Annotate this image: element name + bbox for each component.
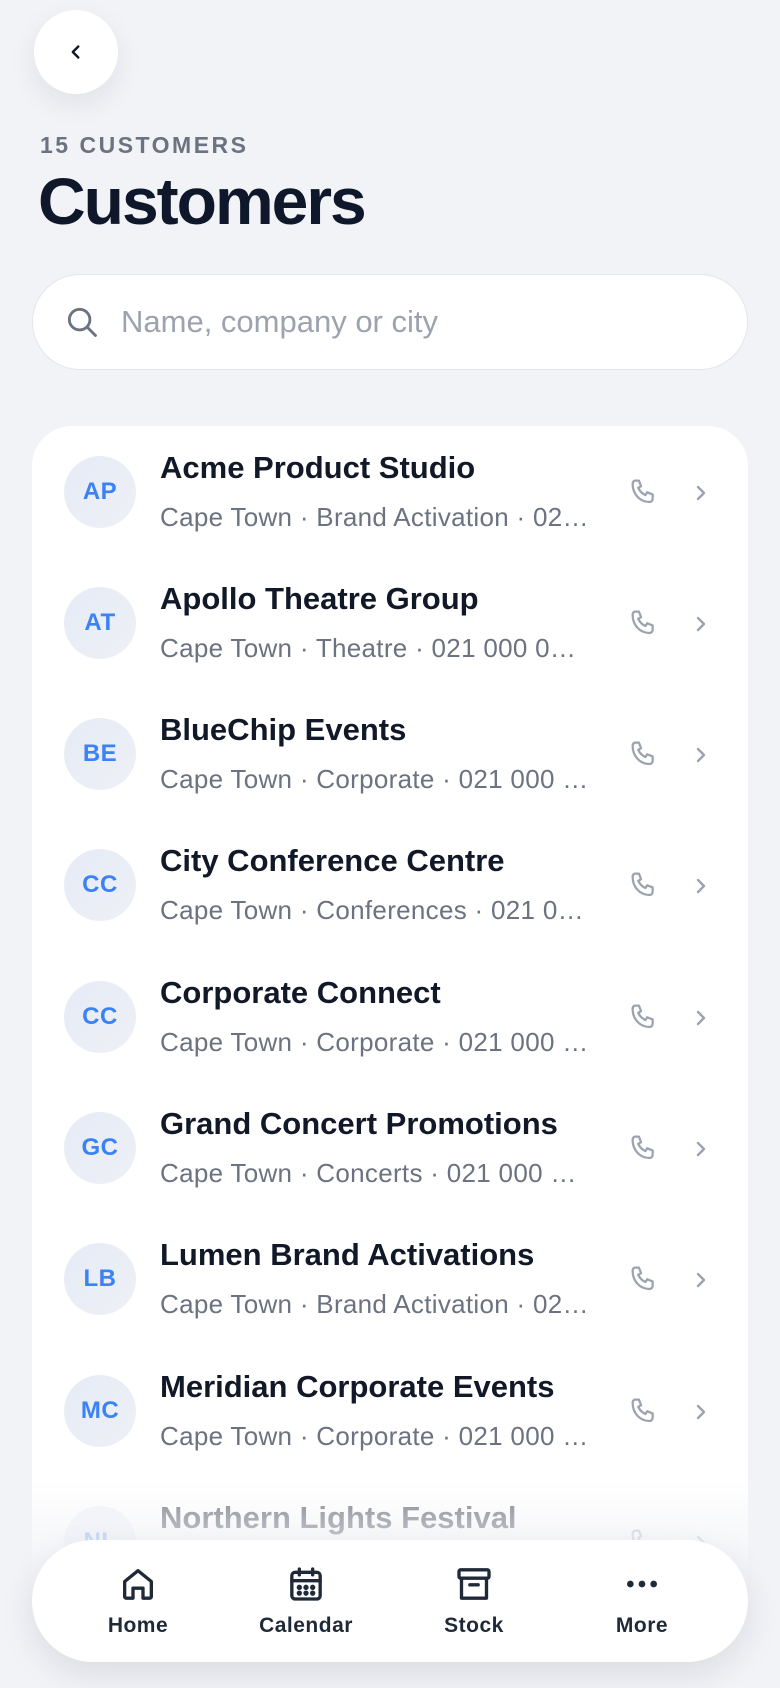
customer-detail: Cape Town · Brand Activation · 021 000 0… — [160, 1289, 590, 1319]
phone-icon — [631, 872, 654, 897]
call-button[interactable] — [624, 603, 664, 643]
avatar: AT — [64, 587, 136, 659]
customer-row[interactable]: GC Grand Concert Promotions Cape Town · … — [32, 1082, 748, 1214]
customer-name: Acme Product Studio — [160, 450, 476, 485]
home-icon — [123, 1569, 153, 1600]
chevron-right-icon — [696, 878, 706, 894]
avatar: CC — [64, 849, 136, 921]
phone-icon — [631, 741, 654, 766]
open-customer-button[interactable] — [686, 476, 716, 510]
call-button[interactable] — [624, 865, 664, 905]
open-customer-button[interactable] — [686, 1263, 716, 1297]
archive-box-icon — [457, 1568, 491, 1600]
tab-label: Stock — [444, 1614, 504, 1637]
customer-detail: Cape Town · Conferences · 021 000 0000 — [160, 895, 590, 925]
customer-row[interactable]: MC Meridian Corporate Events Cape Town ·… — [32, 1345, 748, 1477]
customer-detail: Cape Town · Brand Activation · 021 000 0… — [160, 502, 590, 532]
avatar: CC — [64, 981, 136, 1053]
customer-name: Northern Lights Festival — [160, 1500, 517, 1535]
customer-row[interactable]: CC City Conference Centre Cape Town · Co… — [32, 819, 748, 951]
phone-icon — [631, 1135, 654, 1160]
customer-detail: Cape Town · Concerts · 021 000 0000 — [160, 1158, 590, 1188]
tab-home[interactable]: Home — [58, 1564, 218, 1638]
open-customer-button[interactable] — [686, 1001, 716, 1035]
call-button[interactable] — [624, 472, 664, 512]
call-button[interactable] — [624, 997, 664, 1037]
search-icon — [67, 307, 97, 337]
bottom-tab-bar: Home Calendar Stock More — [32, 1540, 748, 1662]
customer-row[interactable]: BE BlueChip Events Cape Town · Corporate… — [32, 688, 748, 820]
phone-icon — [631, 479, 654, 504]
customer-name: BlueChip Events — [160, 712, 407, 747]
tab-stock[interactable]: Stock — [394, 1564, 554, 1638]
phone-icon — [631, 1398, 654, 1423]
tab-label: More — [615, 1614, 669, 1637]
customer-list: AP Acme Product Studio Cape Town · Brand… — [32, 426, 748, 1688]
customer-name: Grand Concert Promotions — [160, 1106, 558, 1141]
chevron-right-icon — [696, 485, 706, 501]
open-customer-button[interactable] — [686, 869, 716, 903]
customer-name: Corporate Connect — [160, 975, 441, 1010]
chevron-left-icon — [71, 45, 80, 59]
tab-more[interactable]: More — [562, 1564, 722, 1638]
customer-row[interactable]: AP Acme Product Studio Cape Town · Brand… — [32, 426, 748, 558]
customer-row[interactable]: AT Apollo Theatre Group Cape Town · Thea… — [32, 557, 748, 689]
search-bar[interactable] — [32, 274, 748, 370]
chevron-right-icon — [696, 1010, 706, 1026]
chevron-right-icon — [696, 1141, 706, 1157]
customer-name: Meridian Corporate Events — [160, 1369, 555, 1404]
customer-count: 15 CUSTOMERS — [40, 132, 249, 158]
avatar: LB — [64, 1243, 136, 1315]
customer-detail: Cape Town · Corporate · 021 000 0000 — [160, 764, 590, 794]
customer-name: Lumen Brand Activations — [160, 1237, 535, 1272]
avatar: BE — [64, 718, 136, 790]
phone-icon — [631, 1004, 654, 1029]
open-customer-button[interactable] — [686, 1395, 716, 1429]
call-button[interactable] — [624, 734, 664, 774]
chevron-right-icon — [696, 616, 706, 632]
search-input[interactable] — [121, 304, 721, 340]
tab-calendar[interactable]: Calendar — [226, 1564, 386, 1638]
customer-detail: Cape Town · Corporate · 021 000 0000 — [160, 1421, 590, 1451]
avatar: GC — [64, 1112, 136, 1184]
chevron-right-icon — [696, 1272, 706, 1288]
customer-name: Apollo Theatre Group — [160, 581, 479, 616]
avatar: AP — [64, 456, 136, 528]
customer-detail: Cape Town · Theatre · 021 000 0000 — [160, 633, 590, 663]
open-customer-button[interactable] — [686, 1132, 716, 1166]
chevron-right-icon — [696, 747, 706, 763]
open-customer-button[interactable] — [686, 607, 716, 641]
call-button[interactable] — [624, 1128, 664, 1168]
call-button[interactable] — [624, 1391, 664, 1431]
customer-name: City Conference Centre — [160, 843, 505, 878]
phone-icon — [631, 1266, 654, 1291]
customer-detail: Cape Town · Corporate · 021 000 0000 — [160, 1027, 590, 1057]
back-button[interactable] — [34, 10, 118, 94]
more-dots-icon — [627, 1580, 657, 1588]
page-title: Customers — [38, 164, 367, 238]
calendar-icon — [290, 1567, 322, 1601]
tab-label: Calendar — [259, 1614, 353, 1637]
customer-row[interactable]: LB Lumen Brand Activations Cape Town · B… — [32, 1213, 748, 1345]
phone-icon — [631, 610, 654, 635]
avatar: MC — [64, 1375, 136, 1447]
customer-row[interactable]: CC Corporate Connect Cape Town · Corpora… — [32, 951, 748, 1083]
chevron-right-icon — [696, 1404, 706, 1420]
call-button[interactable] — [624, 1259, 664, 1299]
open-customer-button[interactable] — [686, 738, 716, 772]
tab-label: Home — [107, 1614, 169, 1637]
